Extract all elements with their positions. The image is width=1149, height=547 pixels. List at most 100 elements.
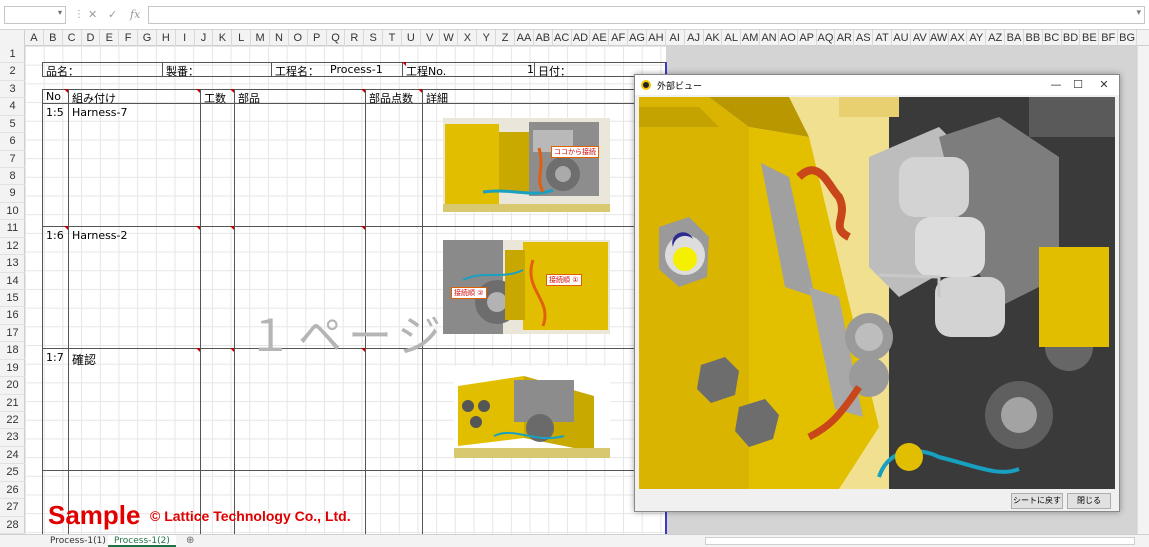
column-header-cell[interactable]: AR — [835, 30, 855, 46]
column-header-cell[interactable]: A — [25, 30, 44, 46]
row-header-cell[interactable]: 10 — [0, 203, 25, 221]
column-header-cell[interactable]: AE — [590, 30, 610, 46]
tab-process-1-2[interactable]: Process-1(2) — [108, 535, 176, 547]
column-header-cell[interactable]: AY — [967, 30, 987, 46]
row-header-cell[interactable]: 8 — [0, 168, 25, 186]
column-header-cell[interactable]: F — [119, 30, 139, 46]
enter-icon[interactable]: ✓ — [108, 8, 117, 21]
step-image[interactable] — [454, 366, 610, 458]
column-header-cell[interactable]: AQ — [817, 30, 836, 46]
column-header-cell[interactable]: AJ — [685, 30, 704, 46]
horizontal-scrollbar[interactable] — [705, 537, 1135, 545]
column-header-cell[interactable]: BB — [1024, 30, 1043, 46]
row-header-cell[interactable]: 21 — [0, 395, 25, 412]
column-header-cell[interactable]: U — [402, 30, 421, 46]
row-header-cell[interactable]: 23 — [0, 429, 25, 447]
column-header-cell[interactable]: AC — [553, 30, 572, 46]
column-header-cell[interactable]: AT — [873, 30, 892, 46]
column-header-cell[interactable]: AF — [609, 30, 629, 46]
column-header-cell[interactable]: R — [345, 30, 365, 46]
row-header-cell[interactable]: 15 — [0, 290, 25, 308]
row-header-cell[interactable]: 18 — [0, 342, 25, 360]
close-button[interactable]: 閉じる — [1067, 493, 1111, 509]
column-header-cell[interactable]: AI — [666, 30, 685, 46]
column-header-cell[interactable]: Z — [496, 30, 516, 46]
row-header-cell[interactable]: 9 — [0, 185, 25, 203]
column-header-cell[interactable]: AX — [949, 30, 968, 46]
column-header-cell[interactable]: AP — [798, 30, 817, 46]
row-header-cell[interactable]: 24 — [0, 447, 25, 465]
row-header-cell[interactable]: 7 — [0, 151, 25, 168]
column-header-cell[interactable]: E — [100, 30, 120, 46]
step-image[interactable]: 接続順 ② 接続順 ① — [443, 240, 610, 334]
close-icon[interactable]: ✕ — [1093, 77, 1115, 93]
vertical-scrollbar[interactable] — [1137, 46, 1149, 534]
formula-input[interactable] — [148, 6, 1145, 24]
row-header-cell[interactable]: 5 — [0, 116, 25, 134]
row-header-cell[interactable]: 11 — [0, 220, 25, 238]
tab-process-1-1[interactable]: Process-1(1) — [44, 535, 112, 547]
column-header-cell[interactable]: AZ — [986, 30, 1006, 46]
name-box[interactable]: ▾ — [4, 6, 66, 24]
column-header-cell[interactable]: I — [176, 30, 195, 46]
column-header-cell[interactable]: N — [270, 30, 289, 46]
column-header-cell[interactable]: AU — [892, 30, 911, 46]
maximize-icon[interactable]: ☐ — [1067, 77, 1089, 93]
column-header-cell[interactable]: AO — [779, 30, 798, 46]
row-header-cell[interactable]: 16 — [0, 307, 25, 325]
add-sheet-icon[interactable]: ⊕ — [186, 535, 194, 546]
column-header-cell[interactable]: X — [458, 30, 478, 46]
column-header-cell[interactable]: AH — [647, 30, 666, 46]
column-header-cell[interactable]: BA — [1005, 30, 1024, 46]
row-header-cell[interactable]: 13 — [0, 255, 25, 273]
column-header-cell[interactable]: J — [195, 30, 214, 46]
column-header-cell[interactable]: AB — [534, 30, 553, 46]
row-header-cell[interactable]: 1 — [0, 46, 25, 64]
column-header-cell[interactable]: Q — [327, 30, 346, 46]
column-header-cell[interactable]: AG — [628, 30, 647, 46]
return-to-sheet-button[interactable]: シートに戻す — [1011, 493, 1063, 509]
row-header-cell[interactable]: 6 — [0, 133, 25, 151]
row-header-cell[interactable]: 28 — [0, 517, 25, 534]
column-header-cell[interactable]: O — [289, 30, 308, 46]
expand-formula-bar-icon[interactable]: ▾ — [1136, 8, 1141, 18]
column-header-cell[interactable]: AA — [515, 30, 534, 46]
column-header-cell[interactable]: AL — [722, 30, 742, 46]
column-header-cell[interactable]: AV — [911, 30, 930, 46]
column-header-cell[interactable]: V — [421, 30, 440, 46]
step-image[interactable]: ココから接続 — [443, 118, 610, 212]
minimize-icon[interactable]: — — [1045, 77, 1067, 93]
viewer-titlebar[interactable]: 外部ビュー — ☐ ✕ — [635, 75, 1119, 95]
row-header-cell[interactable]: 14 — [0, 273, 25, 290]
column-header-cell[interactable]: BC — [1043, 30, 1062, 46]
column-header-cell[interactable]: K — [213, 30, 233, 46]
3d-viewport[interactable] — [639, 97, 1115, 489]
row-header-cell[interactable]: 4 — [0, 98, 25, 116]
column-header-cell[interactable]: AM — [741, 30, 761, 46]
column-header-cell[interactable]: T — [383, 30, 402, 46]
column-header-cell[interactable]: D — [82, 30, 101, 46]
insert-function-icon[interactable]: fx — [130, 8, 140, 21]
column-header-cell[interactable]: AN — [760, 30, 779, 46]
row-header-cell[interactable]: 20 — [0, 377, 25, 395]
column-header-cell[interactable]: BG — [1118, 30, 1137, 46]
column-header-cell[interactable]: AW — [930, 30, 949, 46]
row-header-cell[interactable]: 12 — [0, 238, 25, 256]
column-header-cell[interactable]: BE — [1080, 30, 1100, 46]
cancel-icon[interactable]: ✕ — [88, 8, 97, 21]
row-header-cell[interactable]: 17 — [0, 325, 25, 343]
column-header-cell[interactable]: L — [232, 30, 252, 46]
column-header-cell[interactable]: P — [308, 30, 327, 46]
column-header-cell[interactable]: BF — [1099, 30, 1119, 46]
row-header-cell[interactable]: 26 — [0, 482, 25, 500]
column-header-cell[interactable]: C — [63, 30, 82, 46]
row-header-cell[interactable]: 2 — [0, 63, 25, 81]
column-header-cell[interactable]: G — [138, 30, 157, 46]
column-header-cell[interactable]: S — [364, 30, 384, 46]
chevron-down-icon[interactable]: ▾ — [58, 8, 62, 17]
column-header-cell[interactable]: M — [251, 30, 270, 46]
row-header-cell[interactable]: 19 — [0, 360, 25, 378]
row-header-cell[interactable]: 22 — [0, 412, 25, 430]
column-header-cell[interactable]: Y — [477, 30, 497, 46]
column-header-cell[interactable]: AD — [572, 30, 591, 46]
